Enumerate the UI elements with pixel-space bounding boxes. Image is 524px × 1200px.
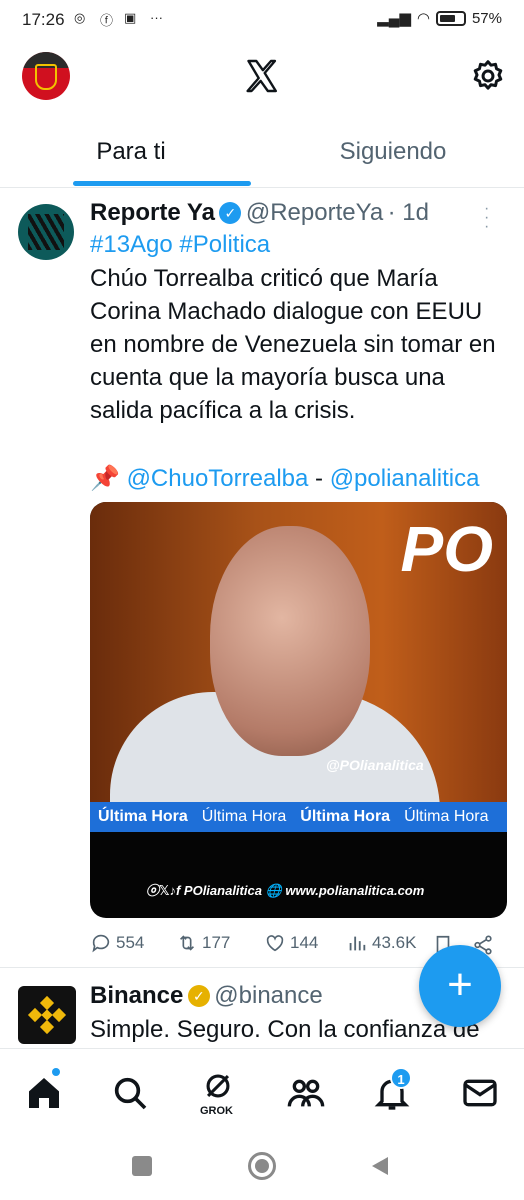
compose-button[interactable]: + <box>419 945 501 1027</box>
more-notifications-icon: ··· <box>150 10 163 25</box>
recent-apps-icon[interactable] <box>132 1156 152 1176</box>
liverpool-crest-icon <box>35 64 57 90</box>
status-bar: 17:26 ◎ ⓕ ▣ ··· ▂▄▆ ◠ 57% <box>0 0 524 40</box>
tweet-mentions: 📌 @ChuoTorrealba - @polianalitica <box>90 465 480 492</box>
binance-avatar[interactable] <box>18 986 76 1044</box>
home-icon[interactable] <box>24 1073 64 1113</box>
author-handle[interactable]: @ReporteYa <box>246 199 383 226</box>
tweet-header: Reporte Ya ✓ @ReporteYa · 1d <box>90 199 429 227</box>
verified-gold-badge-icon: ✓ <box>187 985 210 1007</box>
author-name[interactable]: Binance <box>90 982 183 1009</box>
bottom-navigation: GROK <box>0 1048 524 1136</box>
tweet-hashtags[interactable]: #13Ago #Politica <box>90 228 270 261</box>
verified-badge-icon: ✓ <box>219 202 242 224</box>
whatsapp-icon: ◎ <box>74 10 86 25</box>
system-navigation-bar <box>0 1136 524 1200</box>
tweet-text: Chúo Torrealba criticó que María Corina … <box>90 265 496 424</box>
signal-icon: ▂▄▆ <box>377 10 411 27</box>
notification-count-badge: 1 <box>390 1067 412 1089</box>
grok-label: GROK <box>200 1105 233 1117</box>
tab-para-ti[interactable]: Para ti <box>0 138 262 166</box>
tweet-time: · 1d <box>387 199 429 226</box>
x-logo-icon[interactable] <box>244 58 280 94</box>
communities-icon[interactable] <box>286 1073 326 1113</box>
reply-button[interactable]: 554 <box>90 932 144 954</box>
divider <box>0 187 524 188</box>
battery-percent: 57% <box>471 9 502 27</box>
tweet-media-image[interactable]: PO @POlianalitica Última Hora Última Hora… <box>90 502 507 918</box>
home-unread-dot <box>52 1068 60 1076</box>
grok-icon[interactable] <box>198 1069 238 1103</box>
media-footer: ⓞ𝕏♪f POlianalitica 🌐 www.polianalitica.c… <box>146 883 425 898</box>
repost-icon <box>179 935 195 951</box>
mention-link[interactable]: @polianalitica <box>330 465 480 492</box>
back-triangle-icon[interactable] <box>368 1154 392 1178</box>
battery-icon <box>435 10 466 26</box>
pin-icon: 📌 <box>90 465 120 492</box>
mention-link[interactable]: @ChuoTorrealba <box>127 465 309 492</box>
search-icon[interactable] <box>110 1073 150 1113</box>
author-handle[interactable]: @binance <box>214 982 322 1009</box>
views-chart-icon <box>349 936 366 951</box>
status-right: ▂▄▆ ◠ 57% <box>377 9 502 28</box>
like-button[interactable]: 144 <box>264 932 318 954</box>
binance-logo-icon <box>27 995 67 1035</box>
facebook-square-icon: ▣ <box>124 10 137 25</box>
media-ticker: Última Hora Última Hora Última Hora Última … <box>90 802 507 832</box>
media-logo-text: PO <box>400 513 493 585</box>
media-watermark: @POlianalitica <box>326 757 424 773</box>
home-circle-icon[interactable] <box>248 1152 276 1180</box>
more-options-icon[interactable]: · · · <box>484 201 489 235</box>
tab-siguiendo[interactable]: Siguiendo <box>262 138 524 166</box>
reporteya-avatar[interactable] <box>18 204 74 260</box>
heart-icon <box>266 935 284 952</box>
reply-icon <box>92 934 110 953</box>
messages-mail-icon[interactable] <box>460 1073 500 1113</box>
repost-button[interactable]: 177 <box>176 932 230 954</box>
wifi-icon: ◠ <box>416 10 430 27</box>
author-name[interactable]: Reporte Ya <box>90 199 215 226</box>
views-button[interactable]: 43.6K <box>346 932 416 954</box>
active-tab-indicator <box>73 181 251 186</box>
profile-avatar[interactable] <box>22 52 70 100</box>
tweet-header: Binance ✓ @binance <box>90 982 323 1010</box>
facebook-icon: ⓕ <box>100 13 114 28</box>
settings-gear-icon[interactable] <box>470 58 506 94</box>
status-time: 17:26 <box>22 10 65 29</box>
